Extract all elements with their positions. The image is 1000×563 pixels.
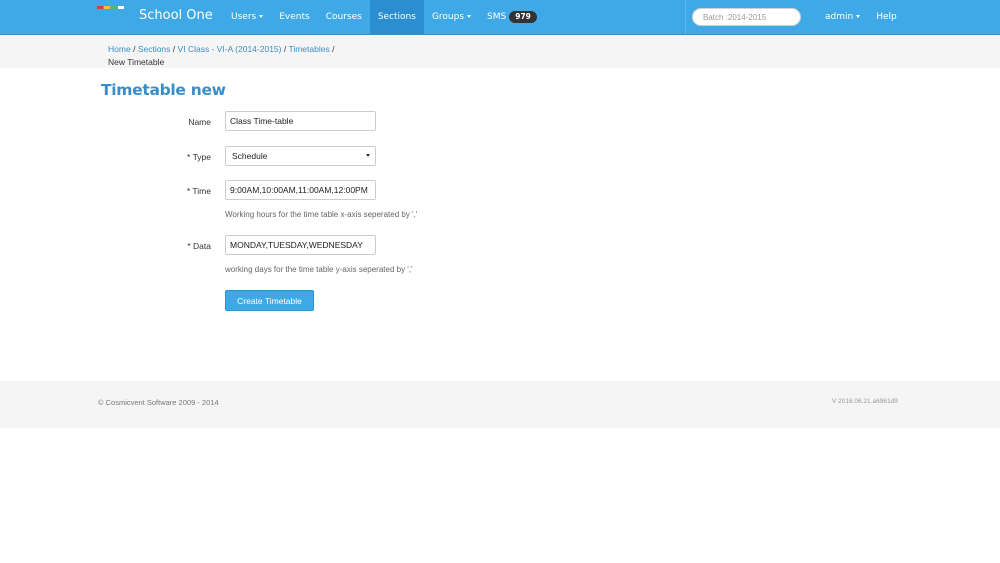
data-label-text: Data: [193, 241, 211, 251]
nav-right: admin Help: [817, 0, 905, 34]
nav-sms[interactable]: SMS 979: [479, 0, 545, 34]
name-input[interactable]: [225, 111, 376, 131]
data-label: * Data: [91, 241, 211, 251]
breadcrumb-separator: /: [172, 44, 176, 54]
select-arrow-icon: [366, 154, 370, 157]
main-nav: Users Events Courses Sections Groups SMS…: [223, 0, 545, 34]
required-mark: *: [186, 186, 191, 196]
type-select-value: Schedule: [232, 151, 268, 161]
create-timetable-button[interactable]: Create Timetable: [225, 290, 314, 311]
logo-icon: [97, 6, 127, 10]
caret-down-icon: [856, 15, 861, 18]
nav-help[interactable]: Help: [868, 0, 905, 34]
time-input[interactable]: [225, 180, 376, 200]
data-input[interactable]: [225, 235, 376, 255]
nav-sections[interactable]: Sections: [369, 0, 424, 34]
nav-users-label: Users: [231, 12, 257, 22]
nav-users[interactable]: Users: [223, 0, 271, 34]
breadcrumb: Home / Sections / VI Class - VI-A (2014-…: [108, 43, 378, 69]
brand-title[interactable]: School One: [139, 8, 213, 23]
required-mark: *: [187, 152, 191, 162]
top-navbar: School One Users Events Courses Sections…: [0, 0, 1000, 35]
nav-admin[interactable]: admin: [817, 0, 868, 34]
nav-divider: [685, 0, 686, 34]
nav-groups-label: Groups: [431, 12, 465, 22]
breadcrumb-separator: /: [283, 44, 287, 54]
sms-count-badge: 979: [509, 10, 537, 23]
nav-admin-label: admin: [825, 12, 854, 22]
time-label: * Time: [91, 186, 211, 196]
required-mark: *: [187, 241, 191, 251]
breadcrumb-class[interactable]: VI Class - VI-A (2014-2015): [178, 44, 282, 54]
caret-down-icon: [467, 15, 472, 18]
nav-events[interactable]: Events: [271, 0, 317, 34]
type-select[interactable]: Schedule: [225, 146, 376, 166]
breadcrumb-separator: /: [133, 44, 136, 54]
breadcrumb-current: New Timetable: [108, 57, 165, 67]
batch-search-input[interactable]: [692, 8, 801, 26]
footer: © Cosmicvent Software 2009 - 2014 V 2016…: [0, 381, 1000, 428]
breadcrumb-separator: /: [332, 44, 335, 54]
footer-copyright: © Cosmicvent Software 2009 - 2014: [98, 398, 219, 407]
type-label-text: Type: [192, 152, 211, 162]
nav-sms-label: SMS: [487, 12, 507, 22]
caret-down-icon: [259, 15, 264, 18]
type-label: * Type: [91, 152, 211, 162]
nav-courses[interactable]: Courses: [318, 0, 370, 34]
breadcrumb-home[interactable]: Home: [108, 44, 131, 54]
breadcrumb-sections[interactable]: Sections: [138, 44, 171, 54]
time-help-text: Working hours for the time table x-axis …: [225, 210, 418, 219]
data-help-text: working days for the time table y-axis s…: [225, 265, 413, 274]
nav-groups[interactable]: Groups: [424, 0, 479, 34]
footer-version: V 2016.06.21.a6961d9: [832, 398, 898, 405]
page-title: Timetable new: [101, 81, 226, 99]
name-label: Name: [188, 117, 211, 127]
breadcrumb-timetables[interactable]: Timetables: [288, 44, 329, 54]
breadcrumb-bar: Home / Sections / VI Class - VI-A (2014-…: [0, 35, 1000, 68]
time-label-text: Time: [192, 186, 211, 196]
